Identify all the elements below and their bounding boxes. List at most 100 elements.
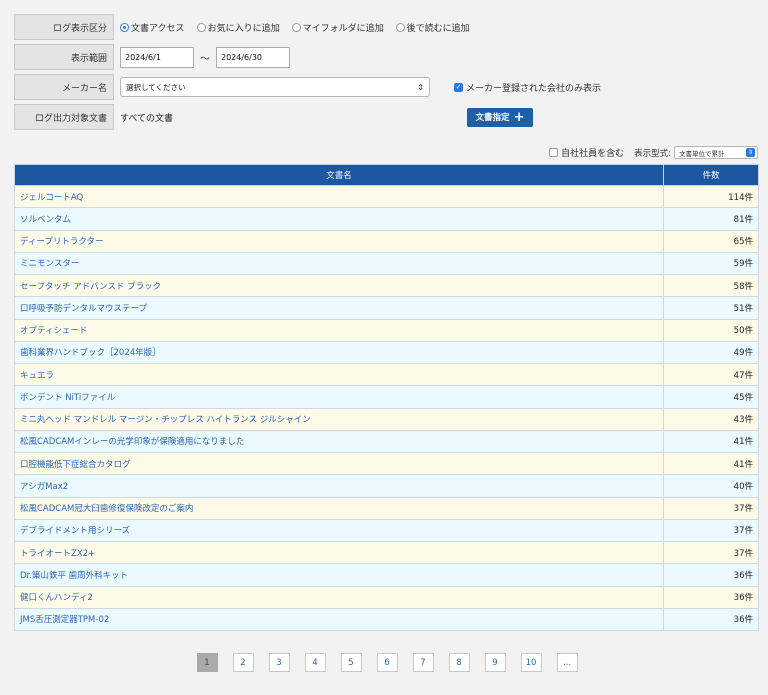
registered-only-checkbox[interactable]: ✓ メーカー登録された会社のみ表示 <box>454 81 601 94</box>
access-count: 36件 <box>663 607 759 632</box>
document-name-link[interactable]: ソルベンタム <box>14 207 664 231</box>
include-employees-label: 自社社員を含む <box>561 149 625 159</box>
page-more-button[interactable]: ... <box>556 653 578 672</box>
range-separator: 〜 <box>200 53 210 65</box>
document-name-link[interactable]: ディープリトラクター <box>14 229 664 253</box>
table-row: ジェルコートAQ 114件 <box>14 184 759 209</box>
log-type-radio[interactable]: お気に入りに追加 <box>196 21 280 34</box>
table-row: ミニモンスター 59件 <box>14 251 759 276</box>
page-button[interactable]: 7 <box>412 653 434 672</box>
document-name-link[interactable]: キュエラ <box>14 362 664 387</box>
table-row: 口呼吸予防デンタルマウステープ 51件 <box>14 296 759 320</box>
plus-icon: + <box>513 109 525 125</box>
log-type-radio[interactable]: 後で読むに追加 <box>395 21 470 34</box>
page-button[interactable]: 1 <box>196 653 218 672</box>
start-date-input[interactable]: 2024/6/1 <box>120 46 194 68</box>
log-type-radio-label: マイフォルダに追加 <box>302 23 384 34</box>
target-value: すべての文書 <box>120 113 174 124</box>
table-row: ミニ丸ヘッド マンドレル マージン・チップレス ハイトランス ジルシャイン 43件 <box>14 407 759 431</box>
page-button[interactable]: 4 <box>304 653 326 672</box>
log-type-radio[interactable]: 文書アクセス <box>120 21 185 34</box>
document-name-link[interactable]: 松風CADCAM冠大臼歯修復保険改定のご案内 <box>14 496 664 520</box>
access-count: 114件 <box>663 184 759 209</box>
access-count: 41件 <box>663 451 759 476</box>
log-type-radio-label: 後で読むに追加 <box>406 23 470 34</box>
table-body: ジェルコートAQ 114件 ソルベンタム 81件 ディープリトラクター 65件 ミニモンスタ… <box>14 184 759 632</box>
table-row: トライオートZX2+ 37件 <box>14 540 759 565</box>
page-button[interactable]: 9 <box>484 653 506 672</box>
target-row: ログ出力対象文書 すべての文書 文書指定 + <box>14 104 754 130</box>
pagination: 1 2 3 4 5 6 7 8 9 10... <box>0 653 768 672</box>
access-count: 41件 <box>663 429 759 454</box>
document-name-link[interactable]: ジェルコートAQ <box>14 184 664 209</box>
maker-row: メーカー名 選択してください ⇕ ✓ メーカー登録された会社のみ表示 <box>14 74 754 100</box>
filter-panel: ログ表示区分 文書アクセス お気に入りに追加 マイフォルダに追加 後で読むに追加 表示… <box>14 14 754 134</box>
access-count: 37件 <box>663 518 759 543</box>
document-name-link[interactable]: 健口くんハンディ2 <box>14 585 664 609</box>
include-employees-checkbox[interactable]: 自社社員を含む <box>549 146 624 159</box>
access-count: 36件 <box>663 585 759 609</box>
table-row: ボンデント NiTiファイル 45件 <box>14 385 759 409</box>
page-button[interactable]: 5 <box>340 653 362 672</box>
column-header-count[interactable]: 件数 <box>663 164 759 186</box>
table-row: 松風CADCAM冠大臼歯修復保険改定のご案内 37件 <box>14 496 759 520</box>
table-row: 歯科業界ハンドブック［2024年版］ 49件 <box>14 340 759 365</box>
view-type-select[interactable]: 文書単位で累計 ⇕ <box>674 146 758 159</box>
column-header-name[interactable]: 文書名 <box>14 164 664 186</box>
table-row: アシガMax2 40件 <box>14 474 759 498</box>
radio-unselected-icon <box>395 22 405 32</box>
document-name-link[interactable]: 松風CADCAMインレーの光学印象が保険適用になりました <box>14 429 664 454</box>
access-count: 50件 <box>663 318 759 342</box>
log-type-radio-group: 文書アクセス お気に入りに追加 マイフォルダに追加 後で読むに追加 <box>114 21 476 34</box>
maker-label: メーカー名 <box>14 74 114 100</box>
table-row: ディープリトラクター 65件 <box>14 229 759 253</box>
document-name-link[interactable]: オプティシェード <box>14 318 664 342</box>
log-type-label: ログ表示区分 <box>14 14 114 40</box>
maker-select[interactable]: 選択してください ⇕ <box>120 77 430 97</box>
select-updown-icon: ⇕ <box>746 148 755 157</box>
document-name-link[interactable]: ミニ丸ヘッド マンドレル マージン・チップレス ハイトランス ジルシャイン <box>14 407 664 431</box>
table-row: オプティシェード 50件 <box>14 318 759 342</box>
table-row: 松風CADCAMインレーの光学印象が保険適用になりました 41件 <box>14 429 759 454</box>
view-type-group: 表示型式: 文書単位で累計 ⇕ <box>634 146 758 159</box>
document-name-link[interactable]: 口腔機能低下症総合カタログ <box>14 451 664 476</box>
table-row: キュエラ 47件 <box>14 362 759 387</box>
document-name-link[interactable]: 口呼吸予防デンタルマウステープ <box>14 296 664 320</box>
checkbox-checked-icon: ✓ <box>454 82 463 92</box>
log-type-radio-label: お気に入りに追加 <box>207 23 280 34</box>
document-name-link[interactable]: ボンデント NiTiファイル <box>14 385 664 409</box>
document-name-link[interactable]: セーフタッチ アドバンスド ブラック <box>14 273 664 298</box>
access-count: 51件 <box>663 296 759 320</box>
table-row: JMS舌圧測定器TPM-02 36件 <box>14 607 759 632</box>
page-button[interactable]: 6 <box>376 653 398 672</box>
document-select-button[interactable]: 文書指定 + <box>467 107 534 127</box>
range-label: 表示範囲 <box>14 44 114 70</box>
range-row: 表示範囲 2024/6/1 〜 2024/6/30 <box>14 44 754 70</box>
access-count: 81件 <box>663 207 759 231</box>
table-row: ソルベンタム 81件 <box>14 207 759 231</box>
access-count: 40件 <box>663 474 759 498</box>
log-type-radio[interactable]: マイフォルダに追加 <box>291 21 384 34</box>
access-count: 37件 <box>663 496 759 520</box>
table-row: セーフタッチ アドバンスド ブラック 58件 <box>14 273 759 298</box>
page-button[interactable]: 3 <box>268 653 290 672</box>
end-date-input[interactable]: 2024/6/30 <box>216 46 290 68</box>
document-name-link[interactable]: Dr.築山鉄平 歯周外科キット <box>14 563 664 587</box>
log-type-radio-label: 文書アクセス <box>131 23 185 34</box>
document-name-link[interactable]: アシガMax2 <box>14 474 664 498</box>
document-name-link[interactable]: 歯科業界ハンドブック［2024年版］ <box>14 340 664 365</box>
document-name-link[interactable]: デブライドメント用シリーズ <box>14 518 664 543</box>
select-updown-icon: ⇕ <box>417 82 424 92</box>
document-name-link[interactable]: JMS舌圧測定器TPM-02 <box>14 607 664 632</box>
table-row: Dr.築山鉄平 歯周外科キット 36件 <box>14 563 759 587</box>
page-button[interactable]: 2 <box>232 653 254 672</box>
access-count: 43件 <box>663 407 759 431</box>
display-options: 自社社員を含む 表示型式: 文書単位で累計 ⇕ <box>549 146 758 159</box>
document-name-link[interactable]: ミニモンスター <box>14 251 664 276</box>
target-label: ログ出力対象文書 <box>14 104 114 130</box>
page-button[interactable]: 8 <box>448 653 470 672</box>
log-type-row: ログ表示区分 文書アクセス お気に入りに追加 マイフォルダに追加 後で読むに追加 <box>14 14 754 40</box>
document-name-link[interactable]: トライオートZX2+ <box>14 540 664 565</box>
page-button[interactable]: 10 <box>520 653 542 672</box>
access-count: 59件 <box>663 251 759 276</box>
